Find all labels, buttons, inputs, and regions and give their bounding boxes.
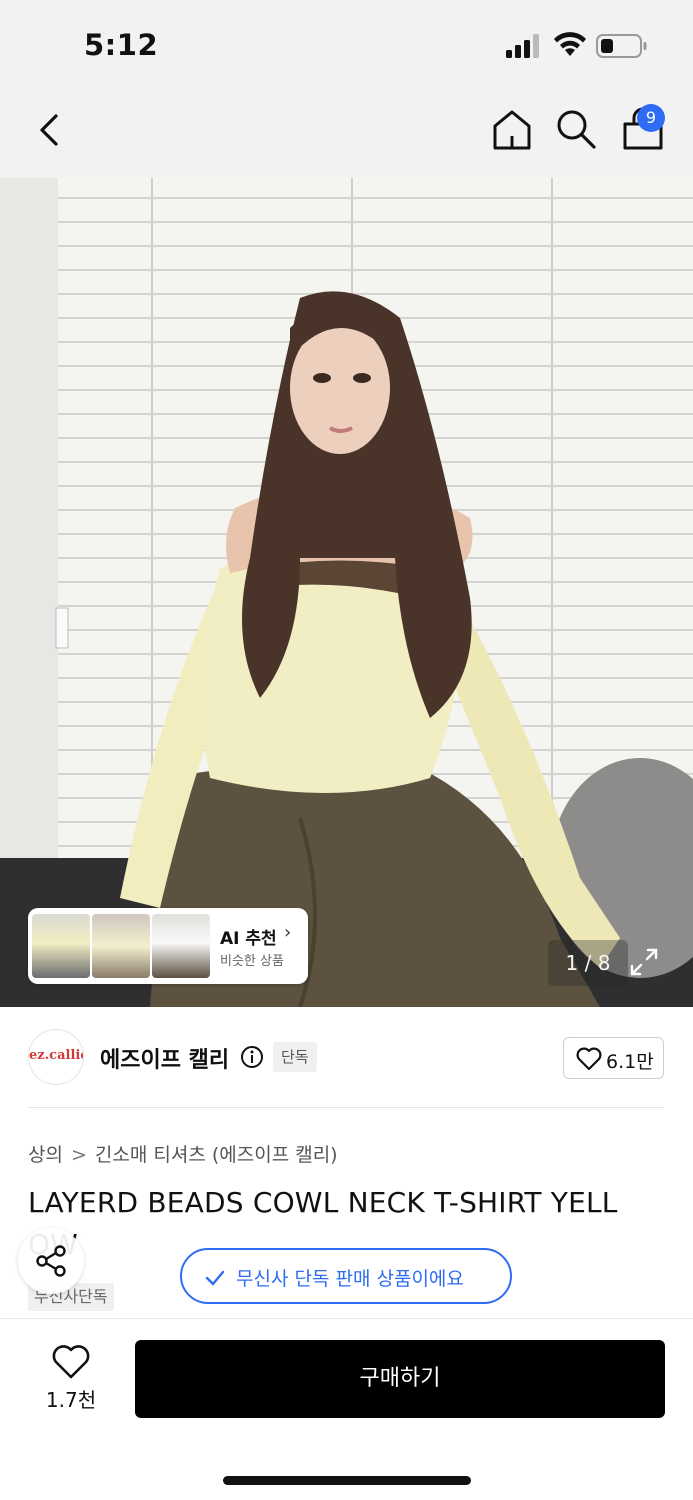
breadcrumb: 상의 > 긴소매 티셔츠 (에즈이프 캘리)	[28, 1140, 338, 1167]
brand-like-count: 6.1만	[606, 1051, 654, 1073]
heart-icon[interactable]	[52, 1344, 90, 1380]
breadcrumb-separator: >	[70, 1144, 87, 1166]
buy-button[interactable]: 구매하기	[135, 1340, 665, 1418]
info-icon[interactable]	[240, 1045, 264, 1069]
ai-recommend-subtitle: 비슷한 상품	[220, 954, 284, 969]
home-indicator	[223, 1476, 471, 1485]
share-icon	[36, 1245, 66, 1277]
wifi-icon	[554, 32, 586, 56]
ai-recommend-card[interactable]: AI 추천 › 비슷한 상품	[28, 908, 308, 984]
home-icon[interactable]	[490, 108, 534, 152]
product-photo	[0, 178, 693, 1007]
cart-count-badge: 9	[637, 104, 665, 132]
brand-like-button[interactable]: 6.1만	[563, 1037, 664, 1079]
ai-thumb-2	[92, 914, 150, 978]
breadcrumb-item[interactable]: 상의	[28, 1144, 63, 1166]
ai-thumb-3	[152, 914, 210, 978]
brand-name[interactable]: 에즈이프 캘리	[100, 1042, 229, 1074]
brand-logo-text: ez.callie	[29, 1048, 84, 1063]
chevron-right-icon: ›	[284, 922, 292, 943]
battery-icon	[596, 34, 647, 58]
share-button[interactable]	[18, 1228, 84, 1294]
divider	[28, 1107, 664, 1108]
breadcrumb-item[interactable]: 긴소매 티셔츠 (에즈이프 캘리)	[95, 1144, 338, 1166]
status-bar: 5:12	[0, 0, 693, 86]
exclusive-verify-pill[interactable]: 무신사 단독 판매 상품이에요	[180, 1248, 512, 1304]
search-icon[interactable]	[555, 108, 597, 150]
ai-thumb-1	[32, 914, 90, 978]
top-nav	[0, 86, 693, 178]
status-time: 5:12	[84, 28, 159, 62]
check-icon	[205, 1270, 225, 1286]
back-icon[interactable]	[32, 110, 68, 150]
product-image[interactable]	[0, 178, 693, 1007]
image-counter: 1 / 8	[548, 940, 628, 986]
ai-recommend-title: AI 추천	[220, 929, 277, 949]
expand-icon[interactable]	[628, 946, 660, 978]
product-title: LAYERD BEADS COWL NECK T-SHIRT YELL	[28, 1186, 618, 1219]
exclusive-badge: 단독	[273, 1042, 317, 1072]
signal-icon	[506, 34, 539, 58]
like-count: 1.7천	[45, 1388, 97, 1412]
heart-icon	[576, 1047, 602, 1071]
verify-text: 무신사 단독 판매 상품이에요	[236, 1268, 464, 1290]
brand-logo[interactable]: ez.callie	[28, 1029, 84, 1085]
